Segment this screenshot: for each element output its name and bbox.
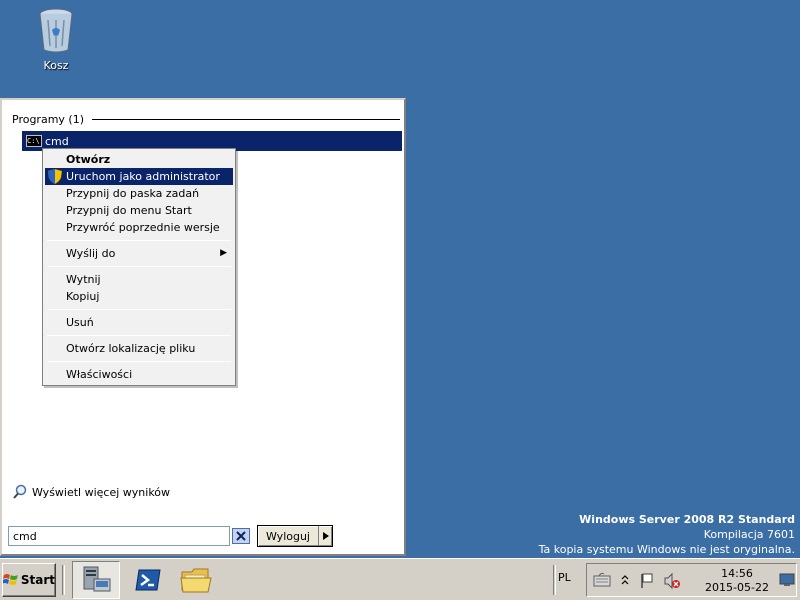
clock[interactable]: 14:56 2015-05-22 — [697, 567, 777, 595]
flag-icon[interactable] — [639, 572, 655, 590]
recycle-bin-icon — [39, 8, 73, 53]
notification-area: 14:56 2015-05-22 — [586, 563, 797, 597]
menu-item-delete[interactable]: Usuń — [45, 314, 233, 331]
programs-section-header: Programy (1) — [12, 112, 400, 126]
show-desktop-icon[interactable] — [779, 573, 795, 587]
powershell-icon — [135, 569, 161, 591]
search-result-label: cmd — [45, 134, 69, 148]
menu-item-copy[interactable]: Kopiuj — [45, 288, 233, 305]
more-results-link[interactable]: Wyświetl więcej wyników — [12, 484, 170, 500]
logoff-button[interactable]: Wyloguj — [257, 525, 333, 547]
menu-item-pin-taskbar[interactable]: Przypnij do paska zadań — [45, 185, 233, 202]
taskbar-explorer[interactable] — [172, 561, 220, 599]
search-row: Wyloguj — [6, 524, 402, 548]
windows-flag-icon — [3, 574, 18, 585]
watermark-edition: Windows Server 2008 R2 Standard — [579, 513, 795, 526]
windows-watermark: Windows Server 2008 R2 Standard Kompilac… — [539, 512, 795, 557]
menu-separator — [47, 361, 231, 362]
watermark-build: Kompilacja 7601 — [703, 528, 795, 541]
recycle-bin-label: Kosz — [43, 59, 69, 72]
cmd-icon: C:\ — [26, 135, 42, 147]
context-menu: Otwórz Uruchom jako administrator Przypn… — [42, 148, 236, 386]
taskbar-powershell[interactable] — [124, 561, 172, 599]
taskbar: Start PL 14:56 2015-05-22 — [0, 558, 800, 600]
chevron-right-icon — [322, 532, 329, 540]
language-indicator[interactable]: PL — [558, 571, 571, 584]
menu-item-send-to[interactable]: Wyślij do ▶ — [45, 245, 233, 262]
menu-item-run-as-admin[interactable]: Uruchom jako administrator — [45, 168, 233, 185]
menu-item-pin-start[interactable]: Przypnij do menu Start — [45, 202, 233, 219]
clear-search-button[interactable] — [232, 528, 250, 544]
menu-item-open-location[interactable]: Otwórz lokalizację pliku — [45, 340, 233, 357]
more-results-label: Wyświetl więcej wyników — [32, 485, 171, 499]
menu-item-restore-versions[interactable]: Przywróć poprzednie wersje — [45, 219, 233, 236]
submenu-arrow-icon: ▶ — [220, 248, 227, 258]
start-label: Start — [20, 573, 55, 587]
server-manager-icon — [83, 566, 111, 592]
menu-item-open[interactable]: Otwórz — [45, 151, 233, 168]
speaker-muted-icon[interactable] — [663, 572, 681, 590]
logoff-options-arrow[interactable] — [318, 526, 332, 546]
menu-item-cut[interactable]: Wytnij — [45, 271, 233, 288]
keyboard-icon[interactable] — [593, 572, 611, 588]
folder-icon — [180, 568, 212, 593]
programs-header-label: Programy (1) — [12, 112, 84, 126]
chevron-up-icon[interactable] — [621, 574, 629, 586]
recycle-bin-desktop-icon[interactable]: Kosz — [24, 6, 88, 72]
send-to-label: Wyślij do — [66, 247, 116, 260]
taskbar-server-manager[interactable] — [72, 561, 120, 599]
run-as-admin-label: Uruchom jako administrator — [66, 170, 220, 183]
menu-separator — [47, 266, 231, 267]
taskbar-grip[interactable] — [62, 565, 65, 595]
close-icon — [236, 531, 246, 541]
clock-time: 14:56 — [721, 567, 753, 580]
clock-date: 2015-05-22 — [705, 581, 769, 594]
menu-separator — [47, 309, 231, 310]
start-button[interactable]: Start — [2, 563, 56, 597]
logoff-label: Wyloguj — [266, 529, 310, 543]
uac-shield-icon — [48, 169, 62, 184]
menu-separator — [47, 240, 231, 241]
header-divider — [92, 118, 400, 120]
taskbar-grip[interactable] — [553, 565, 556, 595]
menu-item-properties[interactable]: Właściwości — [45, 366, 233, 383]
search-input[interactable] — [8, 526, 230, 546]
menu-separator — [47, 335, 231, 336]
watermark-genuine-notice: Ta kopia systemu Windows nie jest orygin… — [538, 543, 795, 556]
magnifier-icon — [13, 484, 27, 499]
